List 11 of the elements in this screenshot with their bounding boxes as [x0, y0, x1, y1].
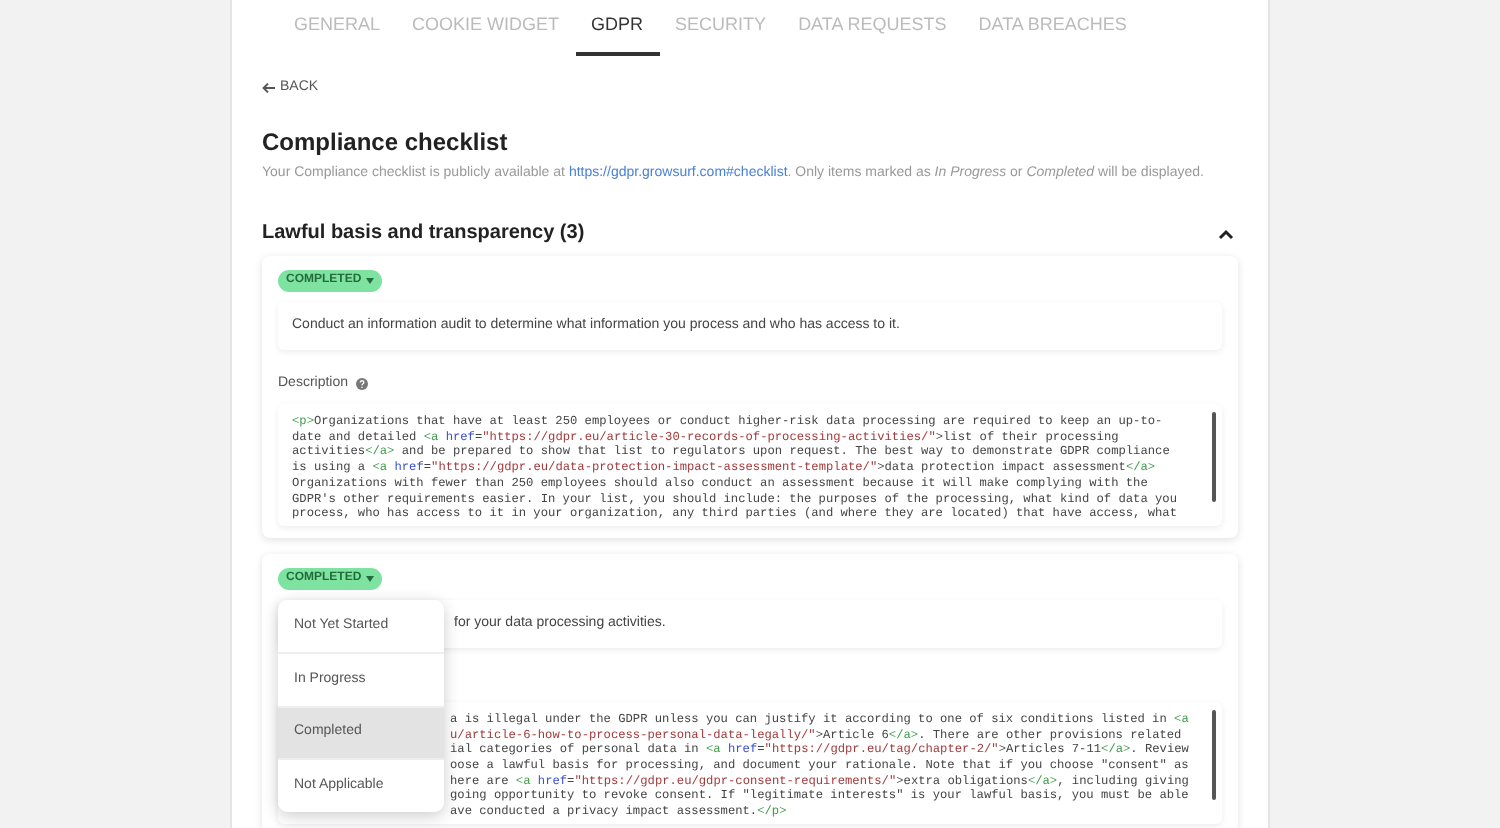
code-editor[interactable]: [278, 404, 1222, 526]
caret-icon: [365, 278, 374, 284]
tab[interactable]: GDPR: [575, 12, 660, 55]
caret-icon: [365, 575, 374, 582]
scrollbar[interactable]: [1212, 709, 1216, 800]
collapse-icon[interactable]: [1218, 227, 1234, 239]
help-icon: [356, 378, 369, 390]
section-title: Lawful basis and transparency (3): [262, 220, 585, 248]
scrollbar[interactable]: [1212, 412, 1216, 502]
page-title: Compliance checklist: [262, 125, 510, 159]
arrow-left-icon: [262, 82, 276, 95]
